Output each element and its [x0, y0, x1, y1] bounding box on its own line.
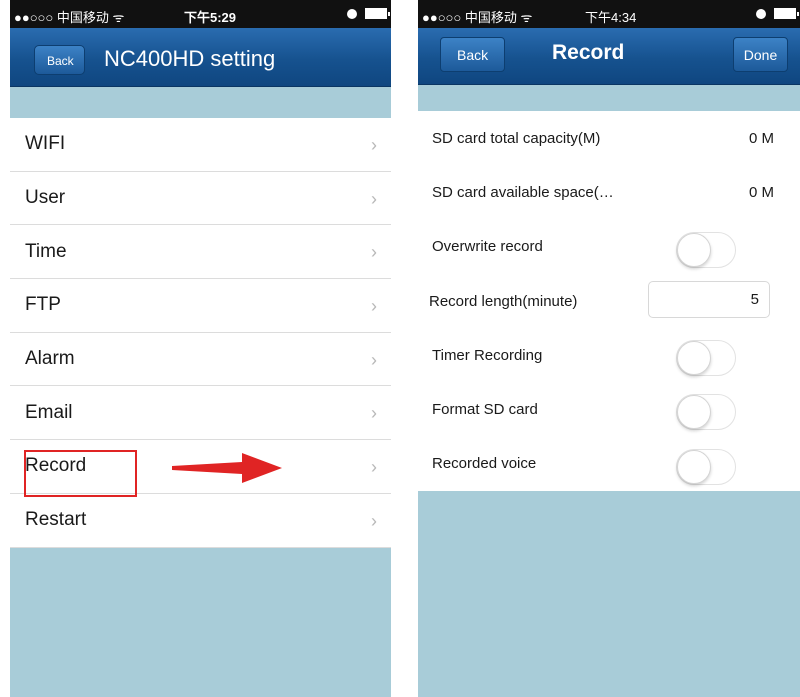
menu-item-alarm[interactable]: Alarm ›: [10, 333, 391, 387]
setting-label: Timer Recording: [432, 346, 543, 364]
status-bar: ●●○○○ 中国移动 ᯤ 下午4:34: [418, 0, 800, 28]
setting-sd-total-capacity: SD card total capacity(M) 0 M: [418, 111, 800, 165]
chevron-right-icon: ›: [371, 349, 377, 370]
setting-value: 0 M: [748, 183, 774, 201]
chevron-right-icon: ›: [371, 403, 377, 424]
navigation-bar: Back Record Done: [418, 28, 800, 85]
setting-label: SD card available space(…: [432, 183, 614, 201]
menu-item-record[interactable]: Record ›: [10, 440, 391, 498]
back-button[interactable]: Back: [440, 37, 506, 72]
carrier-signal: ●●○○○ 中国移动 ᯤ: [422, 10, 533, 25]
section-spacer: [10, 87, 391, 118]
page-title: Record: [552, 41, 625, 64]
setting-label: Record length(minute): [429, 292, 578, 310]
menu-item-user[interactable]: User ›: [10, 172, 391, 226]
toggle-knob: [677, 449, 711, 484]
menu-item-label: WIFI: [25, 133, 66, 155]
setting-format-sd-card: Format SD card: [418, 382, 800, 436]
left-screen: ●●○○○ 中国移动 ᯤ 下午5:29 Back NC400HD setting…: [10, 0, 391, 697]
setting-overwrite-record: Overwrite record: [418, 220, 800, 274]
menu-item-restart[interactable]: Restart ›: [10, 494, 391, 548]
section-spacer: [418, 85, 800, 111]
menu-item-label: Email: [25, 401, 73, 423]
page-title: NC400HD setting: [104, 46, 276, 71]
setting-label: SD card total capacity(M): [432, 129, 601, 147]
setting-sd-available-space: SD card available space(… 0 M: [418, 165, 800, 219]
record-settings: SD card total capacity(M) 0 M SD card av…: [418, 111, 800, 492]
setting-label: Overwrite record: [432, 238, 543, 256]
status-time: 下午5:29: [184, 10, 237, 25]
alarm-icon: [756, 8, 766, 19]
menu-item-wifi[interactable]: WIFI ›: [10, 118, 391, 172]
battery-icon: [774, 8, 799, 19]
status-time: 下午4:34: [585, 10, 637, 25]
chevron-right-icon: ›: [371, 296, 377, 317]
timer-recording-toggle[interactable]: [676, 340, 736, 377]
setting-label: Recorded voice: [432, 455, 537, 473]
annotation-highlight-box: [24, 450, 137, 498]
menu-item-label: User: [25, 187, 66, 209]
menu-item-ftp[interactable]: FTP ›: [10, 279, 391, 333]
settings-menu: WIFI › User › Time › FTP › Alarm › Email…: [10, 118, 391, 548]
chevron-right-icon: ›: [371, 242, 377, 263]
setting-value: 0 M: [748, 129, 774, 147]
toggle-knob: [677, 395, 711, 430]
menu-item-label: Alarm: [25, 348, 75, 370]
setting-record-length: Record length(minute): [418, 274, 800, 328]
carrier-signal: ●●○○○ 中国移动 ᯤ: [14, 10, 125, 25]
done-button[interactable]: Done: [733, 37, 788, 72]
toggle-knob: [677, 341, 711, 376]
chevron-right-icon: ›: [371, 135, 377, 155]
menu-item-label: Restart: [25, 509, 87, 531]
chevron-right-icon: ›: [371, 457, 377, 478]
setting-timer-recording: Timer Recording: [418, 328, 800, 382]
format-sd-card-toggle[interactable]: [676, 394, 736, 431]
chevron-right-icon: ›: [371, 510, 377, 531]
menu-item-label: FTP: [25, 294, 61, 316]
right-screen: ●●○○○ 中国移动 ᯤ 下午4:34 Back Record Done SD …: [418, 0, 800, 697]
record-length-input[interactable]: [648, 280, 770, 318]
toggle-knob: [677, 232, 711, 267]
battery-icon: [365, 8, 390, 19]
overwrite-record-toggle[interactable]: [676, 231, 736, 268]
menu-item-time[interactable]: Time ›: [10, 225, 391, 280]
navigation-bar: Back NC400HD setting: [10, 28, 391, 87]
status-bar: ●●○○○ 中国移动 ᯤ 下午5:29: [10, 0, 391, 28]
alarm-icon: [347, 8, 357, 19]
chevron-right-icon: ›: [371, 188, 377, 209]
recorded-voice-toggle[interactable]: [676, 448, 736, 485]
menu-item-email[interactable]: Email ›: [10, 386, 391, 441]
back-button[interactable]: Back: [34, 45, 85, 75]
setting-recorded-voice: Recorded voice: [418, 437, 800, 491]
setting-label: Format SD card: [432, 401, 538, 419]
menu-item-label: Time: [25, 240, 67, 262]
annotation-arrow-icon: [172, 453, 282, 484]
